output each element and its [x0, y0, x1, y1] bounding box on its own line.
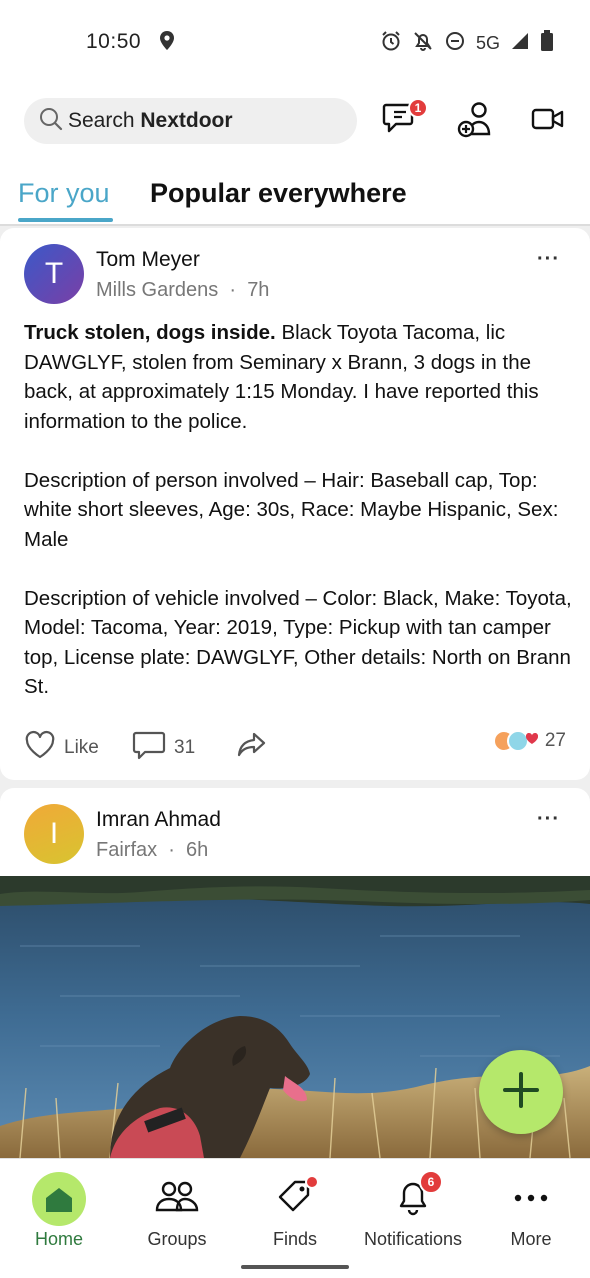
reaction-count: 27	[544, 730, 566, 751]
location-icon	[158, 30, 176, 57]
gesture-handle[interactable]	[241, 1265, 349, 1269]
search-brand: Nextdoor	[140, 109, 233, 132]
share-button[interactable]	[236, 730, 268, 764]
tag-icon	[275, 1174, 319, 1222]
network-type: 5G	[475, 33, 500, 53]
tab-divider	[0, 224, 590, 226]
nav-label: Notifications	[363, 1229, 463, 1249]
post-body[interactable]: Truck stolen, dogs inside. Black Toyota …	[24, 318, 572, 702]
more-options-button[interactable]: ···	[537, 248, 560, 271]
reaction-icons	[492, 730, 539, 752]
post-paragraph: Description of person involved – Hair: B…	[24, 468, 559, 551]
post-paragraph: Truck stolen, dogs inside. Black Toyota …	[24, 318, 572, 436]
tab-popular-everywhere[interactable]: Popular everywhere	[150, 178, 407, 209]
like-label: Like	[64, 737, 99, 758]
search-icon	[38, 106, 64, 137]
messages-button[interactable]: 1	[380, 98, 428, 142]
video-icon	[531, 107, 565, 136]
more-icon	[513, 1190, 549, 1208]
signal-icon	[510, 31, 530, 56]
nav-label: Groups	[147, 1229, 207, 1249]
nav-icon-wrap	[0, 1171, 118, 1227]
create-post-button[interactable]	[479, 1050, 563, 1134]
nav-more[interactable]: More	[472, 1171, 590, 1250]
neighborhood[interactable]: Mills Gardens	[96, 279, 218, 301]
notifications-badge: 6	[419, 1169, 443, 1194]
status-icons: 5G	[380, 30, 554, 57]
alarm-icon	[380, 30, 402, 57]
nav-home[interactable]: Home	[0, 1171, 118, 1250]
reactions-summary[interactable]: 27	[492, 730, 566, 752]
bell-icon: 6	[395, 1169, 443, 1221]
like-button[interactable]: Like	[24, 730, 99, 766]
nav-icon-wrap	[472, 1171, 590, 1227]
more-options-button[interactable]: ···	[537, 808, 560, 831]
search-input[interactable]: Search Nextdoor	[24, 98, 357, 144]
post-title: Truck stolen, dogs inside.	[24, 321, 276, 344]
author-name[interactable]: Tom Meyer	[96, 248, 200, 272]
add-neighbor-icon	[457, 100, 497, 143]
post-time: 7h	[247, 279, 270, 301]
status-bar: 10:50 5G	[0, 20, 590, 64]
plus-icon	[501, 1070, 541, 1115]
post-card[interactable]: T Tom Meyer Mills Gardens · 7h ··· Truck…	[0, 228, 590, 780]
post-meta: Mills Gardens · 7h	[96, 279, 269, 302]
avatar[interactable]: I	[24, 804, 84, 864]
share-icon	[236, 730, 268, 764]
nav-label: More	[510, 1229, 552, 1249]
heart-reaction-icon	[525, 730, 539, 752]
comment-count: 31	[174, 737, 196, 758]
tab-for-you[interactable]: For you	[18, 178, 110, 209]
heart-icon	[24, 730, 56, 766]
meta-separator: ·	[229, 279, 237, 301]
post-paragraph: Description of vehicle involved – Color:…	[24, 586, 572, 699]
nav-icon-wrap: 6	[354, 1169, 472, 1227]
groups-icon	[154, 1180, 200, 1219]
nav-label: Finds	[272, 1229, 317, 1249]
author-name[interactable]: Imran Ahmad	[96, 808, 221, 832]
nav-label: Home	[34, 1229, 83, 1249]
comment-icon	[132, 730, 166, 766]
notifications-off-icon	[412, 30, 434, 57]
nav-icon-wrap	[118, 1171, 236, 1227]
nav-icon-wrap	[236, 1171, 354, 1227]
meta-separator: ·	[168, 839, 175, 861]
nav-groups[interactable]: Groups	[118, 1171, 236, 1250]
search-placeholder: Search Nextdoor	[68, 109, 233, 133]
search-prefix: Search	[68, 109, 141, 132]
nav-finds[interactable]: Finds	[236, 1171, 354, 1250]
add-neighbor-button[interactable]	[456, 100, 498, 142]
bottom-nav: Home Groups Finds 6 Notifications More	[0, 1158, 590, 1278]
neighborhood[interactable]: Fairfax	[96, 839, 157, 861]
active-tab-indicator	[18, 218, 113, 222]
status-time: 10:50	[86, 30, 142, 53]
do-not-disturb-icon	[444, 30, 466, 57]
finds-dot	[305, 1174, 319, 1189]
post-time: 6h	[186, 839, 209, 861]
messages-badge: 1	[408, 98, 428, 118]
comment-button[interactable]: 31	[132, 730, 195, 766]
avatar[interactable]: T	[24, 244, 84, 304]
nav-notifications[interactable]: 6 Notifications	[354, 1169, 472, 1250]
post-meta: Fairfax · 6h	[96, 839, 208, 862]
post-actions: Like 31 27	[24, 730, 572, 766]
battery-icon	[540, 30, 554, 57]
video-button[interactable]	[527, 100, 569, 142]
home-icon	[32, 1172, 86, 1226]
